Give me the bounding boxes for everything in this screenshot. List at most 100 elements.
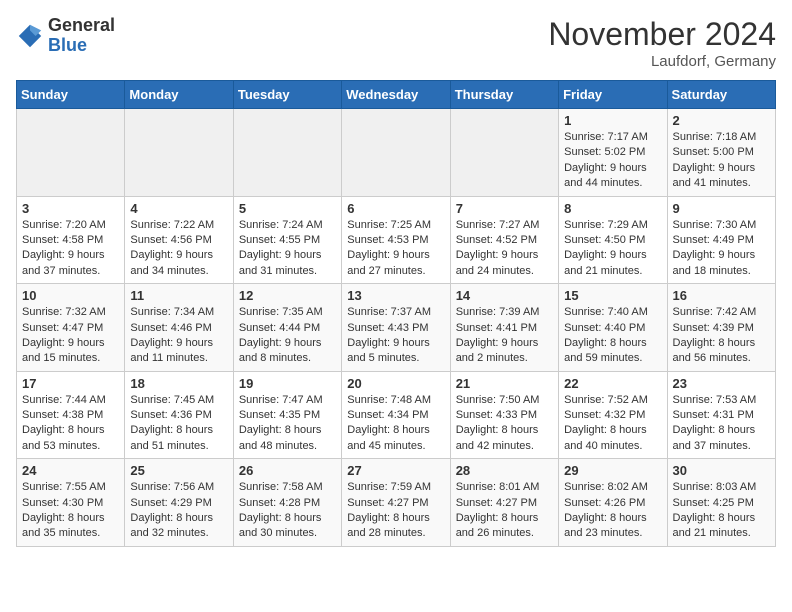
- calendar-cell: 22Sunrise: 7:52 AM Sunset: 4:32 PM Dayli…: [559, 371, 667, 459]
- day-number: 28: [456, 463, 553, 478]
- header: General Blue November 2024 Laufdorf, Ger…: [16, 16, 776, 70]
- day-number: 27: [347, 463, 444, 478]
- day-info: Sunrise: 7:35 AM Sunset: 4:44 PM Dayligh…: [239, 305, 336, 367]
- calendar-cell: [125, 109, 233, 197]
- calendar-cell: 18Sunrise: 7:45 AM Sunset: 4:36 PM Dayli…: [125, 371, 233, 459]
- day-info: Sunrise: 7:48 AM Sunset: 4:34 PM Dayligh…: [347, 393, 444, 455]
- calendar-cell: 29 Sunrise: 8:02 AM Sunset: 4:26 PM Dayli…: [559, 459, 667, 547]
- calendar-cell: 20Sunrise: 7:48 AM Sunset: 4:34 PM Dayli…: [342, 371, 450, 459]
- day-number: 16: [673, 288, 770, 303]
- day-info: Sunrise: 7:18 AM Sunset: 5:00 PM Dayligh…: [673, 130, 770, 192]
- day-info: Sunrise: 8:02 AM Sunset: 4:26 PM Dayligh…: [564, 480, 661, 542]
- calendar-cell: 1 Sunrise: 7:17 AM Sunset: 5:02 PM Daylig…: [559, 109, 667, 197]
- calendar-cell: 5 Sunrise: 7:24 AM Sunset: 4:55 PM Daylig…: [233, 196, 341, 284]
- calendar-cell: 3 Sunrise: 7:20 AM Sunset: 4:58 PM Daylig…: [17, 196, 125, 284]
- day-header: Thursday: [450, 81, 558, 109]
- logo-blue: Blue: [48, 35, 87, 55]
- calendar-cell: 24 Sunrise: 7:55 AM Sunset: 4:30 PM Dayli…: [17, 459, 125, 547]
- day-number: 1: [564, 113, 661, 128]
- day-number: 26: [239, 463, 336, 478]
- day-info: Sunrise: 7:32 AM Sunset: 4:47 PM Dayligh…: [22, 305, 119, 367]
- calendar-table: SundayMondayTuesdayWednesdayThursdayFrid…: [16, 80, 776, 547]
- day-number: 11: [130, 288, 227, 303]
- day-info: Sunrise: 7:40 AM Sunset: 4:40 PM Dayligh…: [564, 305, 661, 367]
- day-header: Monday: [125, 81, 233, 109]
- logo-icon: [16, 22, 44, 50]
- day-info: Sunrise: 7:45 AM Sunset: 4:36 PM Dayligh…: [130, 393, 227, 455]
- calendar-cell: 11 Sunrise: 7:34 AM Sunset: 4:46 PM Dayli…: [125, 284, 233, 372]
- day-number: 2: [673, 113, 770, 128]
- day-info: Sunrise: 7:55 AM Sunset: 4:30 PM Dayligh…: [22, 480, 119, 542]
- day-info: Sunrise: 7:59 AM Sunset: 4:27 PM Dayligh…: [347, 480, 444, 542]
- calendar-cell: 4 Sunrise: 7:22 AM Sunset: 4:56 PM Daylig…: [125, 196, 233, 284]
- day-number: 24: [22, 463, 119, 478]
- day-number: 6: [347, 201, 444, 216]
- day-number: 22: [564, 376, 661, 391]
- day-info: Sunrise: 7:37 AM Sunset: 4:43 PM Dayligh…: [347, 305, 444, 367]
- day-header: Sunday: [17, 81, 125, 109]
- calendar-cell: 9 Sunrise: 7:30 AM Sunset: 4:49 PM Daylig…: [667, 196, 775, 284]
- day-number: 25: [130, 463, 227, 478]
- calendar-week: 3 Sunrise: 7:20 AM Sunset: 4:58 PM Daylig…: [17, 196, 776, 284]
- day-number: 13: [347, 288, 444, 303]
- calendar-cell: 30Sunrise: 8:03 AM Sunset: 4:25 PM Dayli…: [667, 459, 775, 547]
- calendar-cell: 19 Sunrise: 7:47 AM Sunset: 4:35 PM Dayli…: [233, 371, 341, 459]
- day-info: Sunrise: 7:50 AM Sunset: 4:33 PM Dayligh…: [456, 393, 553, 455]
- day-number: 15: [564, 288, 661, 303]
- day-info: Sunrise: 7:20 AM Sunset: 4:58 PM Dayligh…: [22, 218, 119, 280]
- day-number: 17: [22, 376, 119, 391]
- day-info: Sunrise: 7:25 AM Sunset: 4:53 PM Dayligh…: [347, 218, 444, 280]
- day-number: 12: [239, 288, 336, 303]
- day-info: Sunrise: 7:47 AM Sunset: 4:35 PM Dayligh…: [239, 393, 336, 455]
- calendar-cell: 13 Sunrise: 7:37 AM Sunset: 4:43 PM Dayli…: [342, 284, 450, 372]
- logo-general: General: [48, 15, 115, 35]
- calendar-week: 24 Sunrise: 7:55 AM Sunset: 4:30 PM Dayli…: [17, 459, 776, 547]
- day-info: Sunrise: 7:44 AM Sunset: 4:38 PM Dayligh…: [22, 393, 119, 455]
- day-number: 5: [239, 201, 336, 216]
- calendar-cell: 14Sunrise: 7:39 AM Sunset: 4:41 PM Dayli…: [450, 284, 558, 372]
- day-info: Sunrise: 7:29 AM Sunset: 4:50 PM Dayligh…: [564, 218, 661, 280]
- day-info: Sunrise: 7:56 AM Sunset: 4:29 PM Dayligh…: [130, 480, 227, 542]
- calendar-cell: 17 Sunrise: 7:44 AM Sunset: 4:38 PM Dayli…: [17, 371, 125, 459]
- calendar-cell: 6 Sunrise: 7:25 AM Sunset: 4:53 PM Daylig…: [342, 196, 450, 284]
- day-info: Sunrise: 7:53 AM Sunset: 4:31 PM Dayligh…: [673, 393, 770, 455]
- calendar-cell: 27 Sunrise: 7:59 AM Sunset: 4:27 PM Dayli…: [342, 459, 450, 547]
- day-number: 19: [239, 376, 336, 391]
- calendar-cell: 10 Sunrise: 7:32 AM Sunset: 4:47 PM Dayli…: [17, 284, 125, 372]
- day-number: 9: [673, 201, 770, 216]
- calendar-week: 1 Sunrise: 7:17 AM Sunset: 5:02 PM Daylig…: [17, 109, 776, 197]
- day-number: 10: [22, 288, 119, 303]
- calendar-cell: 21Sunrise: 7:50 AM Sunset: 4:33 PM Dayli…: [450, 371, 558, 459]
- day-info: Sunrise: 8:03 AM Sunset: 4:25 PM Dayligh…: [673, 480, 770, 542]
- calendar-cell: 8 Sunrise: 7:29 AM Sunset: 4:50 PM Daylig…: [559, 196, 667, 284]
- calendar-week: 17 Sunrise: 7:44 AM Sunset: 4:38 PM Dayli…: [17, 371, 776, 459]
- day-number: 7: [456, 201, 553, 216]
- day-info: Sunrise: 7:17 AM Sunset: 5:02 PM Dayligh…: [564, 130, 661, 192]
- day-info: Sunrise: 7:27 AM Sunset: 4:52 PM Dayligh…: [456, 218, 553, 280]
- calendar-cell: 23 Sunrise: 7:53 AM Sunset: 4:31 PM Dayli…: [667, 371, 775, 459]
- day-info: Sunrise: 7:24 AM Sunset: 4:55 PM Dayligh…: [239, 218, 336, 280]
- header-row: SundayMondayTuesdayWednesdayThursdayFrid…: [17, 81, 776, 109]
- day-info: Sunrise: 7:30 AM Sunset: 4:49 PM Dayligh…: [673, 218, 770, 280]
- day-header: Wednesday: [342, 81, 450, 109]
- day-info: Sunrise: 8:01 AM Sunset: 4:27 PM Dayligh…: [456, 480, 553, 542]
- day-header: Tuesday: [233, 81, 341, 109]
- calendar-week: 10 Sunrise: 7:32 AM Sunset: 4:47 PM Dayli…: [17, 284, 776, 372]
- day-number: 8: [564, 201, 661, 216]
- calendar-cell: 12 Sunrise: 7:35 AM Sunset: 4:44 PM Dayli…: [233, 284, 341, 372]
- calendar-cell: 26Sunrise: 7:58 AM Sunset: 4:28 PM Dayli…: [233, 459, 341, 547]
- day-info: Sunrise: 7:34 AM Sunset: 4:46 PM Dayligh…: [130, 305, 227, 367]
- day-header: Saturday: [667, 81, 775, 109]
- day-number: 23: [673, 376, 770, 391]
- month-title: November 2024: [548, 16, 776, 53]
- day-info: Sunrise: 7:22 AM Sunset: 4:56 PM Dayligh…: [130, 218, 227, 280]
- calendar-cell: 28 Sunrise: 8:01 AM Sunset: 4:27 PM Dayli…: [450, 459, 558, 547]
- day-number: 4: [130, 201, 227, 216]
- calendar-cell: 15 Sunrise: 7:40 AM Sunset: 4:40 PM Dayli…: [559, 284, 667, 372]
- day-number: 29: [564, 463, 661, 478]
- day-info: Sunrise: 7:39 AM Sunset: 4:41 PM Dayligh…: [456, 305, 553, 367]
- location: Laufdorf, Germany: [548, 53, 776, 70]
- title-area: November 2024 Laufdorf, Germany: [548, 16, 776, 70]
- day-number: 3: [22, 201, 119, 216]
- calendar-cell: [450, 109, 558, 197]
